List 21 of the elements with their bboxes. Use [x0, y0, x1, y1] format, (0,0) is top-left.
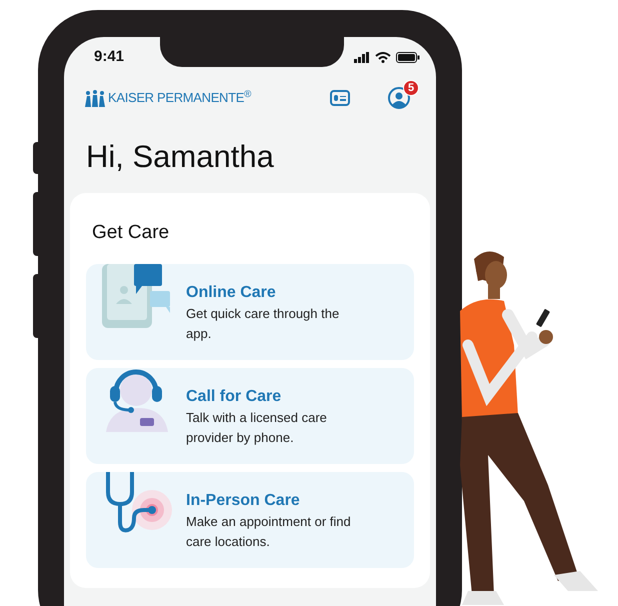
care-option-description: Talk with a licensed care provider by phone. — [186, 408, 328, 447]
care-option-title: In-Person Care — [186, 490, 301, 510]
care-option-description: Make an appointment or find care locations. — [186, 512, 352, 550]
status-time: 9:41 — [94, 46, 124, 67]
logo-text: KAISER PERMANENTE$^{®}$ — [108, 88, 251, 108]
section-title: Get Care — [91, 221, 170, 245]
care-option-title: Online Care — [186, 282, 277, 302]
profile-button[interactable] — [388, 87, 410, 109]
wifi-icon — [375, 52, 391, 62]
care-option-card[interactable]: Call for Care Talk with a licensed care provider by phone. — [86, 368, 414, 464]
signal-icon — [354, 52, 370, 62]
id-card-button[interactable] — [330, 90, 350, 106]
care-option-description: Get quick care through the app. — [186, 304, 340, 343]
care-option-card[interactable]: Online Care Get quick care through the app. — [86, 264, 414, 360]
profile-icon — [388, 87, 410, 109]
care-option-card[interactable]: In-Person Care Make an appointment or find care locations. — [86, 472, 414, 568]
logo-icon — [85, 90, 105, 106]
battery-icon — [396, 52, 420, 62]
greeting-heading: Hi, Samantha — [85, 139, 275, 175]
notification-badge: 5 — [403, 80, 419, 96]
care-option-title: Call for Care — [186, 386, 282, 406]
